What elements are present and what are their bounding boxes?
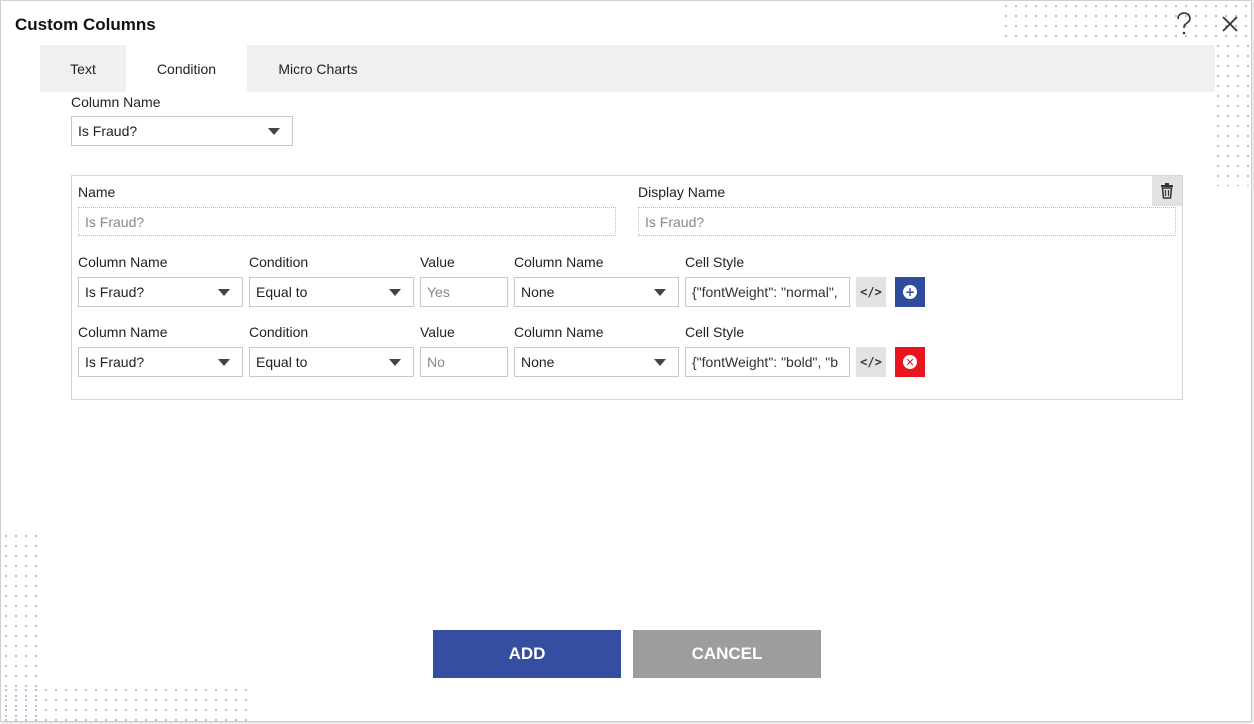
column-name-label: Column Name	[71, 94, 161, 110]
row-target-column-select[interactable]: None	[514, 277, 679, 307]
target-column-header: Column Name	[514, 254, 604, 270]
cell-style-header: Cell Style	[685, 324, 745, 340]
row-cell-style-value: {"fontWeight": "bold", "b	[692, 354, 839, 370]
tab-micro-charts[interactable]: Micro Charts	[247, 45, 389, 92]
add-button[interactable]: ADD	[433, 630, 621, 678]
row-condition-value: Equal to	[256, 354, 308, 370]
decorative-dots	[1, 685, 249, 721]
name-label: Name	[78, 184, 116, 200]
row-condition-select[interactable]: Equal to	[249, 347, 414, 377]
remove-row-button[interactable]: ✕	[895, 347, 925, 377]
question-icon[interactable]	[1169, 9, 1199, 39]
column-name-select[interactable]: Is Fraud?	[71, 116, 293, 146]
code-icon[interactable]: </>	[856, 277, 886, 307]
row-value-input[interactable]	[420, 347, 508, 377]
chevron-down-icon	[389, 359, 401, 366]
value-header: Value	[420, 324, 455, 340]
row-cell-style-input[interactable]: {"fontWeight": "normal",	[685, 277, 850, 307]
target-column-header: Column Name	[514, 324, 604, 340]
chevron-down-icon	[218, 359, 230, 366]
condition-header: Condition	[249, 324, 309, 340]
cancel-button[interactable]: CANCEL	[633, 630, 821, 678]
cell-style-header: Cell Style	[685, 254, 745, 270]
column-name-value: Is Fraud?	[78, 123, 138, 139]
display-name-label: Display Name	[638, 184, 726, 200]
decorative-dots	[1213, 41, 1251, 186]
chevron-down-icon	[654, 359, 666, 366]
column-name-header: Column Name	[78, 254, 168, 270]
row-column-value: Is Fraud?	[85, 284, 145, 300]
row-column-select[interactable]: Is Fraud?	[78, 347, 243, 377]
row-condition-value: Equal to	[256, 284, 308, 300]
code-icon[interactable]: </>	[856, 347, 886, 377]
column-name-header: Column Name	[78, 324, 168, 340]
tab-text[interactable]: Text	[40, 45, 126, 92]
trash-icon[interactable]	[1152, 176, 1182, 206]
row-cell-style-input[interactable]: {"fontWeight": "bold", "b	[685, 347, 850, 377]
add-row-button[interactable]: +	[895, 277, 925, 307]
row-value-input[interactable]	[420, 277, 508, 307]
row-target-column-value: None	[521, 284, 555, 300]
custom-columns-dialog: Custom Columns Text Condition Micro Char…	[0, 0, 1252, 722]
condition-header: Condition	[249, 254, 309, 270]
dialog-title: Custom Columns	[15, 15, 156, 34]
tab-bar: Text Condition Micro Charts	[40, 45, 1215, 92]
x-circle-icon: ✕	[903, 355, 917, 369]
chevron-down-icon	[654, 289, 666, 296]
value-header: Value	[420, 254, 455, 270]
row-target-column-value: None	[521, 354, 555, 370]
row-column-value: Is Fraud?	[85, 354, 145, 370]
name-input[interactable]	[78, 207, 616, 236]
chevron-down-icon	[218, 289, 230, 296]
tab-condition[interactable]: Condition	[126, 45, 247, 92]
chevron-down-icon	[389, 289, 401, 296]
chevron-down-icon	[268, 128, 280, 135]
row-column-select[interactable]: Is Fraud?	[78, 277, 243, 307]
display-name-input[interactable]	[638, 207, 1176, 236]
close-icon[interactable]	[1215, 9, 1245, 39]
row-target-column-select[interactable]: None	[514, 347, 679, 377]
row-cell-style-value: {"fontWeight": "normal",	[692, 284, 838, 300]
row-condition-select[interactable]: Equal to	[249, 277, 414, 307]
plus-circle-icon: +	[903, 285, 917, 299]
